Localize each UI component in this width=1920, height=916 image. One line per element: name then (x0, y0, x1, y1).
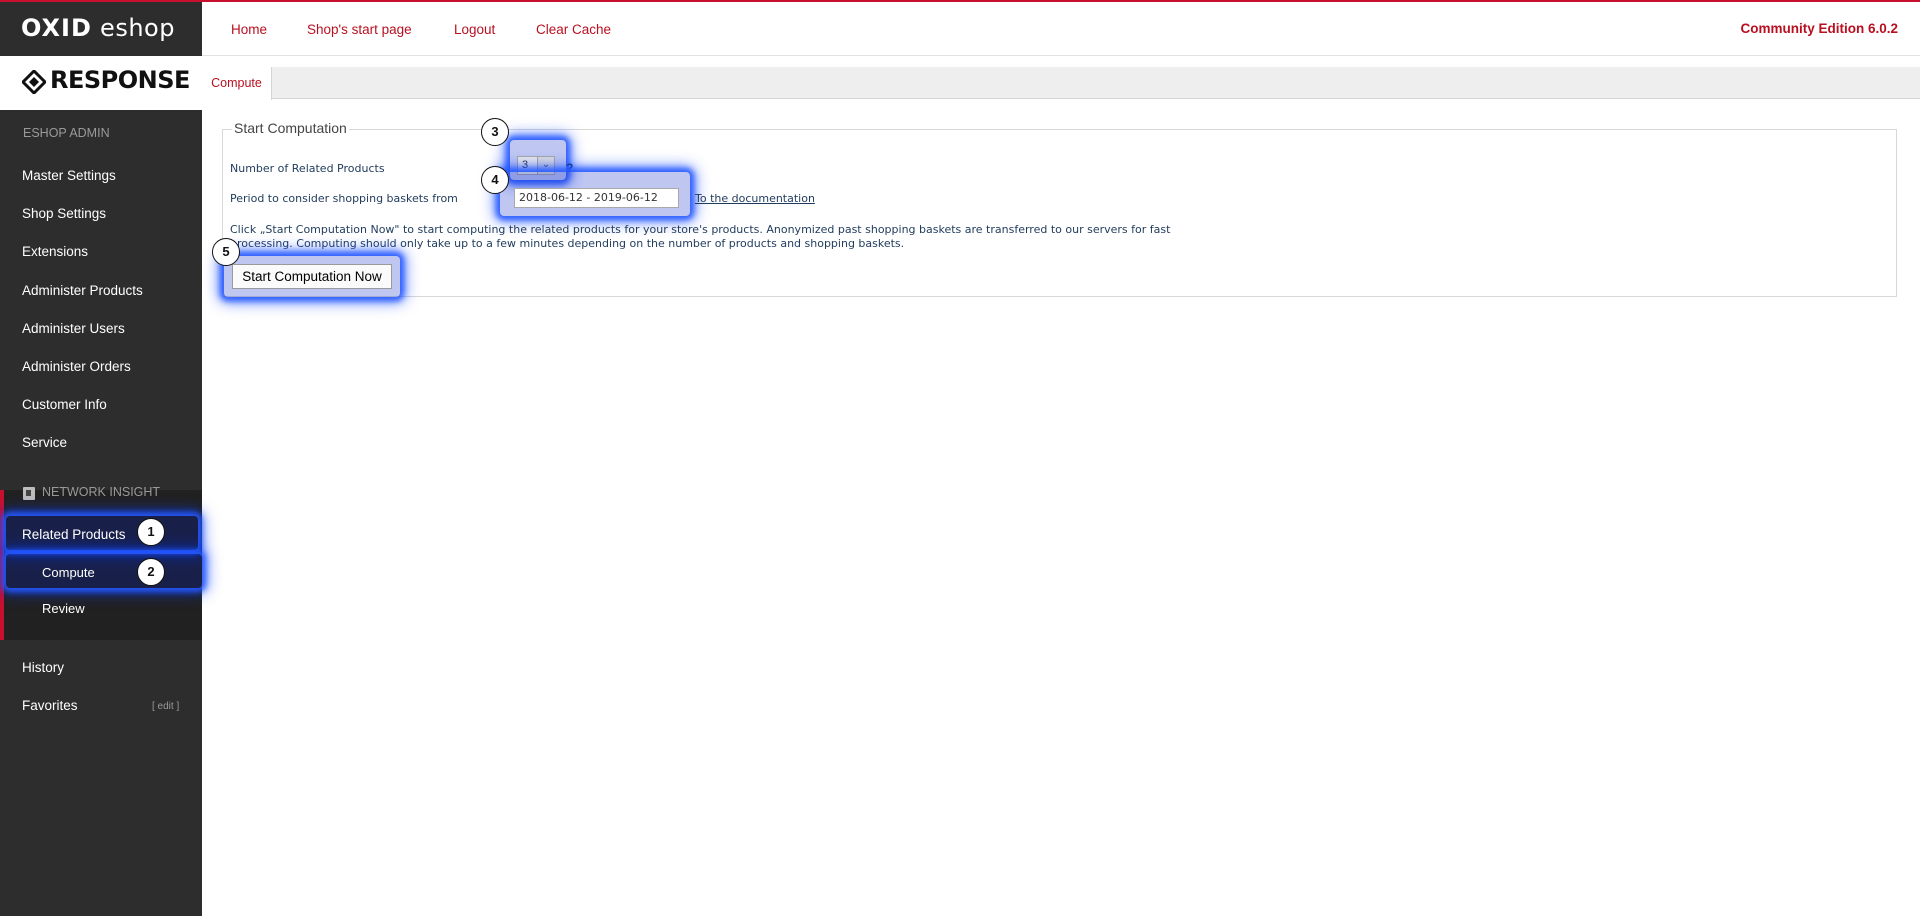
response-logo: RESPONSE (0, 56, 202, 110)
highlight-compute (6, 554, 202, 588)
related-products-value: 3 (522, 159, 529, 171)
sidebar-item-administer-orders[interactable]: Administer Orders (22, 359, 131, 374)
sidebar-item-related-products[interactable]: Related Products (22, 527, 126, 542)
oxid-eshop-logo[interactable]: OXID eshop (0, 0, 202, 56)
network-insight-icon (23, 487, 35, 500)
network-insight-heading: NETWORK INSIGHT (42, 485, 161, 499)
sidebar-item-administer-products[interactable]: Administer Products (22, 283, 143, 298)
header-shop-start-link[interactable]: Shop's start page (307, 22, 412, 37)
step-badge-4: 4 (481, 166, 509, 194)
header-clear-cache-link[interactable]: Clear Cache (536, 22, 611, 37)
step-badge-2: 2 (137, 558, 165, 586)
sidebar-item-administer-users[interactable]: Administer Users (22, 321, 125, 336)
step-badge-3: 3 (481, 118, 509, 146)
start-computation-fieldset (222, 129, 1897, 297)
header-home-link[interactable]: Home (231, 22, 267, 37)
documentation-link[interactable]: To the documentation (695, 192, 815, 205)
period-input[interactable]: 2018-06-12 - 2019-06-12 (514, 188, 679, 208)
header-logout-link[interactable]: Logout (454, 22, 495, 37)
sidebar-item-shop-settings[interactable]: Shop Settings (22, 206, 106, 221)
sidebar-item-customer-info[interactable]: Customer Info (22, 397, 107, 412)
sidebar-item-compute[interactable]: Compute (42, 565, 95, 580)
response-diamond-icon (22, 70, 46, 94)
step-badge-5: 5 (212, 238, 240, 266)
fieldset-legend: Start Computation (232, 120, 349, 136)
sidebar-item-favorites[interactable]: Favorites (22, 698, 78, 713)
step-badge-1: 1 (137, 518, 165, 546)
logo-oxid-text: OXID (21, 14, 92, 42)
sidebar-item-master-settings[interactable]: Master Settings (22, 168, 116, 183)
logo-response-text: RESPONSE (50, 66, 190, 94)
sidebar-item-review[interactable]: Review (42, 601, 85, 616)
start-computation-button[interactable]: Start Computation Now (232, 264, 392, 289)
eshop-admin-heading: ESHOP ADMIN (23, 126, 110, 140)
related-products-label: Number of Related Products (230, 162, 385, 175)
sidebar-item-service[interactable]: Service (22, 435, 67, 450)
edition-label: Community Edition 6.0.2 (1740, 21, 1898, 36)
tab-bar: Compute (202, 67, 1920, 100)
logo-eshop-text: eshop (100, 14, 175, 42)
sidebar-item-extensions[interactable]: Extensions (22, 244, 88, 259)
favorites-edit-link[interactable]: [ edit ] (152, 701, 179, 712)
tab-compute[interactable]: Compute (202, 67, 272, 100)
sidebar-item-history[interactable]: History (22, 660, 64, 675)
computation-description: Click „Start Computation Now" to start c… (230, 223, 1171, 250)
header-bar: Home Shop's start page Logout Clear Cach… (202, 2, 1920, 56)
period-label: Period to consider shopping baskets from (230, 192, 458, 205)
